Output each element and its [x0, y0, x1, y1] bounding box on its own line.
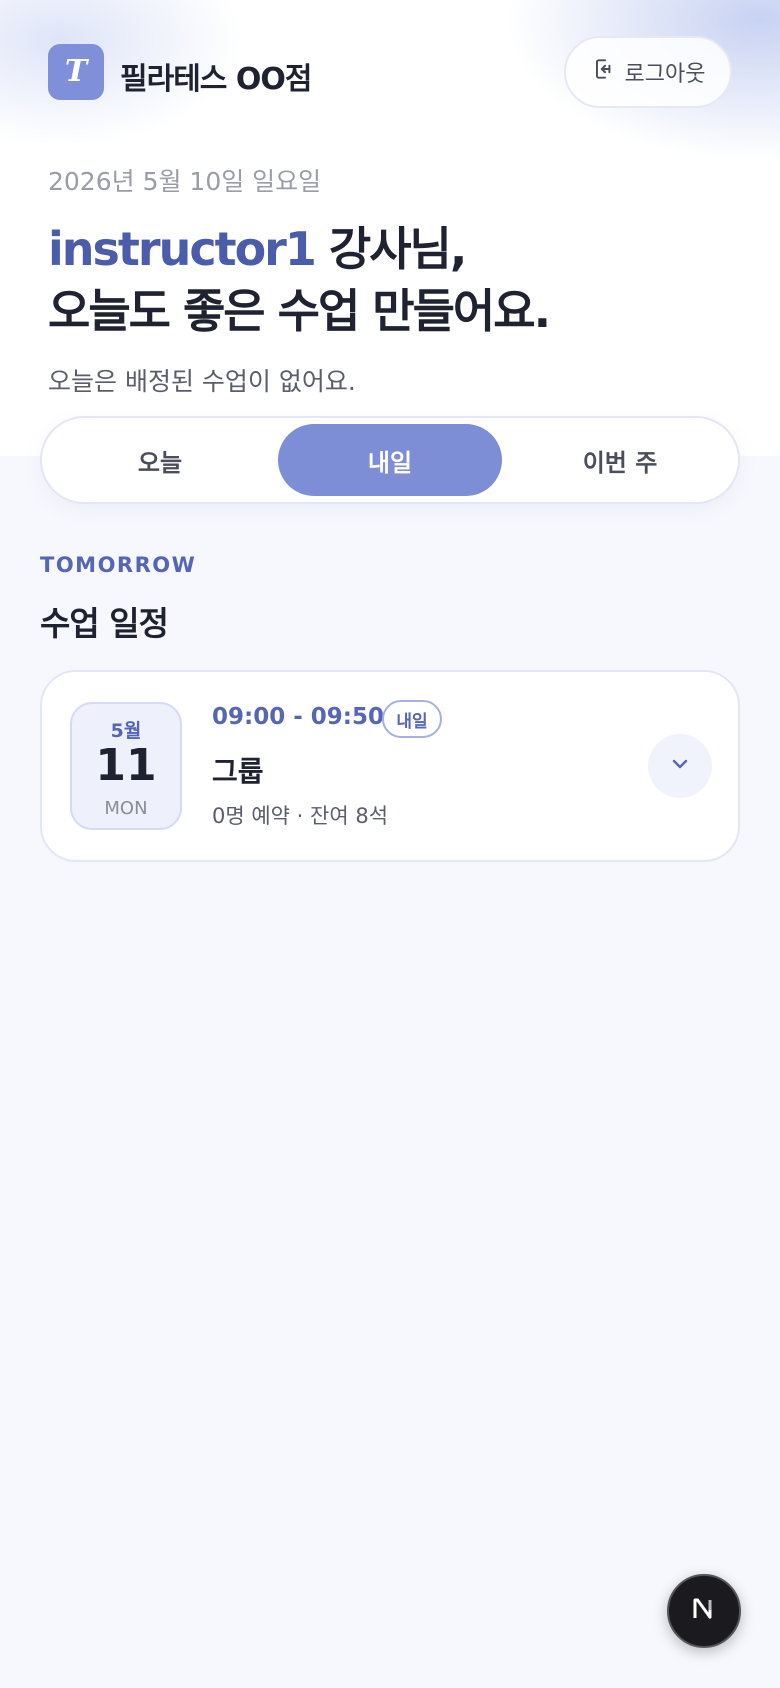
expand-class-button[interactable]	[648, 734, 712, 798]
class-name: 그룹	[212, 755, 264, 788]
app-header: T 필라테스 OO점 로그아웃	[48, 36, 732, 108]
class-booking-info: 0명 예약 · 잔여 8석	[212, 804, 389, 828]
instructor-username: instructor1	[48, 222, 317, 276]
tab-today[interactable]: 오늘	[48, 424, 272, 496]
nextjs-dev-button[interactable]	[667, 1574, 741, 1648]
class-day: 11	[95, 740, 157, 791]
greeting-headline: instructor1 강사님, 오늘도 좋은 수업 만들어요.	[48, 218, 551, 342]
tab-tomorrow[interactable]: 내일	[278, 424, 502, 496]
nextjs-logo-icon	[686, 1591, 722, 1631]
logout-label: 로그아웃	[624, 62, 706, 87]
instructor-home-page: T 필라테스 OO점 로그아웃 2026년 5월 10일 일요일 instruc…	[0, 0, 780, 1688]
tab-this-week[interactable]: 이번 주	[508, 424, 732, 496]
logout-button[interactable]: 로그아웃	[564, 36, 732, 108]
chevron-down-icon	[668, 752, 692, 780]
greeting-line-2: 오늘도 좋은 수업 만들어요.	[48, 284, 551, 338]
class-card[interactable]: 5월 11 MON 09:00 - 09:50 내일 그룹 0명 예약 · 잔여…	[40, 670, 740, 862]
section-eyebrow: TOMORROW	[40, 553, 197, 577]
class-weekday: MON	[104, 798, 148, 819]
brand-logo: T	[48, 44, 104, 100]
class-day-badge: 내일	[382, 700, 442, 738]
brand-name: 필라테스 OO점	[120, 62, 312, 97]
current-date: 2026년 5월 10일 일요일	[48, 167, 322, 196]
greeting-line-1: instructor1 강사님,	[48, 218, 549, 280]
class-time: 09:00 - 09:50	[212, 704, 384, 730]
logout-icon	[591, 56, 617, 88]
class-month: 5월	[110, 720, 142, 742]
greeting-subtitle: 오늘은 배정된 수업이 없어요.	[48, 367, 356, 396]
schedule-tabs: 오늘 내일 이번 주	[40, 416, 740, 504]
greeting-title-suffix: 강사님,	[314, 222, 467, 276]
class-date-chip: 5월 11 MON	[70, 702, 182, 830]
section-title: 수업 일정	[40, 604, 169, 643]
